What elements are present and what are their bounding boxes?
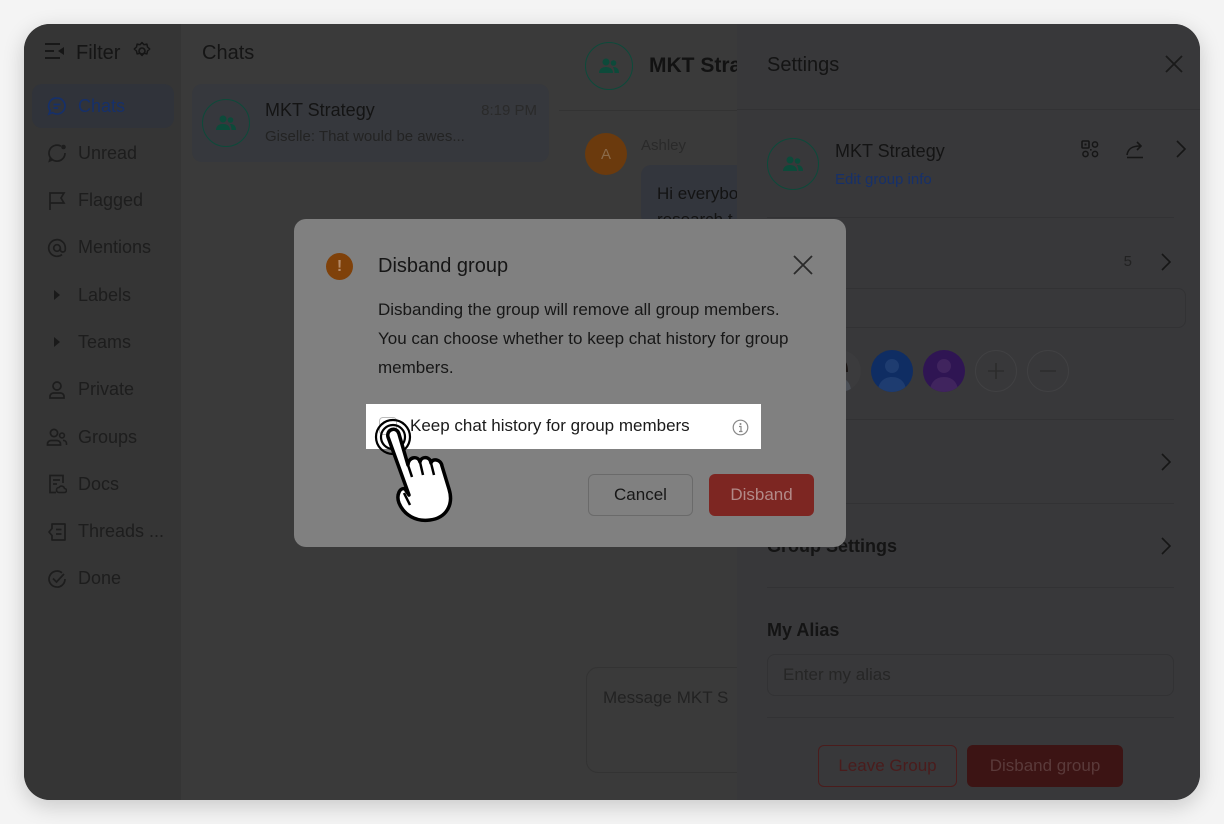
sidebar-item-label: Mentions [78, 237, 152, 258]
alias-input[interactable]: Enter my alias [767, 654, 1174, 696]
sidebar-item-label: Unread [78, 142, 138, 163]
filter-title: Filter [76, 41, 121, 64]
divider [767, 717, 1174, 718]
minus-icon [1040, 370, 1056, 372]
sidebar-item-threads[interactable]: Threads ... [32, 510, 174, 554]
group-avatar [202, 99, 250, 147]
sidebar-item-flagged[interactable]: Flagged [32, 179, 174, 223]
sidebar-item-docs[interactable]: Docs [32, 462, 174, 506]
chat-list-item[interactable]: MKT Strategy 8:19 PM Giselle: That would… [192, 84, 549, 162]
header-divider [559, 110, 759, 111]
share-icon[interactable] [1125, 139, 1147, 164]
leave-group-button[interactable]: Leave Group [818, 745, 957, 787]
done-icon [46, 568, 68, 590]
caret-right-icon[interactable] [46, 284, 68, 306]
sidebar-item-label: Labels [78, 284, 132, 305]
sidebar-item-chats[interactable]: Chats [32, 84, 174, 128]
sidebar-item-mentions[interactable]: Mentions [32, 226, 174, 270]
chevron-right-icon[interactable] [1175, 139, 1187, 164]
warning-icon: ! [326, 253, 353, 280]
flag-icon [46, 190, 68, 212]
cancel-button[interactable]: Cancel [588, 474, 693, 516]
sidebar-item-unread[interactable]: Unread [32, 131, 174, 175]
avatar[interactable] [871, 350, 913, 392]
close-icon[interactable] [792, 254, 814, 281]
doc-icon [46, 473, 68, 495]
sidebar-item-labels[interactable]: Labels [32, 273, 174, 317]
filter-sidebar: Filter Chats Unread Flagged Mentions Lab… [24, 24, 181, 800]
at-icon [46, 237, 68, 259]
avatar[interactable] [923, 350, 965, 392]
group-icon [216, 115, 236, 130]
conversation-title: MKT Stra [649, 54, 742, 77]
people-icon [46, 426, 68, 448]
collapse-filter-icon[interactable] [44, 42, 66, 65]
divider [767, 217, 1174, 218]
dialog-body: Disbanding the group will remove all gro… [378, 300, 789, 377]
chat-bubble-icon [46, 95, 68, 117]
chat-time: 8:19 PM [481, 102, 537, 119]
group-avatar[interactable] [767, 138, 819, 190]
sidebar-item-teams[interactable]: Teams [32, 320, 174, 364]
dialog-title: Disband group [378, 255, 509, 277]
chevron-right-icon[interactable] [1160, 536, 1172, 561]
qr-code-icon[interactable] [1080, 139, 1100, 164]
sidebar-item-label: Docs [78, 473, 120, 494]
group-icon [599, 58, 619, 73]
sidebar-item-label: Chats [78, 95, 126, 116]
info-icon[interactable] [732, 419, 749, 441]
sidebar-item-label: Threads ... [78, 521, 165, 542]
sidebar-item-done[interactable]: Done [32, 557, 174, 601]
group-icon [783, 156, 803, 171]
sidebar-item-label: Done [78, 568, 122, 589]
gear-icon[interactable] [132, 41, 152, 66]
sidebar-item-label: Private [78, 379, 135, 400]
edit-group-info-link[interactable]: Edit group info [835, 171, 932, 188]
my-alias-title: My Alias [767, 620, 840, 640]
disband-group-button[interactable]: Disband group [967, 745, 1123, 787]
caret-right-icon[interactable] [46, 331, 68, 353]
chevron-right-icon[interactable] [1160, 252, 1172, 277]
pointer-hand-icon [370, 415, 465, 530]
divider [737, 109, 1200, 110]
threads-icon [46, 521, 68, 543]
divider [767, 587, 1174, 588]
filter-nav: Chats Unread Flagged Mentions Labels Tea… [32, 84, 174, 604]
add-member-button[interactable] [975, 350, 1017, 392]
plus-icon [988, 363, 1004, 379]
message-author: Ashley [641, 137, 687, 154]
remove-member-button[interactable] [1027, 350, 1069, 392]
disband-confirm-button[interactable]: Disband [709, 474, 814, 516]
settings-title: Settings [767, 54, 840, 76]
sidebar-item-groups[interactable]: Groups [32, 415, 174, 459]
group-name: MKT Strategy [835, 141, 945, 161]
person-icon [46, 379, 68, 401]
chat-preview: Giselle: That would be awes... [265, 128, 465, 145]
sidebar-item-private[interactable]: Private [32, 368, 174, 412]
sidebar-item-label: Flagged [78, 190, 144, 211]
chat-name: MKT Strategy [265, 100, 375, 120]
close-icon[interactable] [1164, 54, 1184, 79]
chat-list-title: Chats [202, 42, 255, 64]
sidebar-item-label: Teams [78, 331, 132, 352]
members-count: 5 [1123, 253, 1132, 270]
avatar[interactable]: A [585, 133, 627, 175]
chevron-right-icon[interactable] [1160, 452, 1172, 477]
filter-header: Filter [44, 40, 152, 66]
sidebar-item-label: Groups [78, 426, 138, 447]
unread-icon [46, 142, 68, 164]
group-avatar[interactable] [585, 42, 633, 90]
